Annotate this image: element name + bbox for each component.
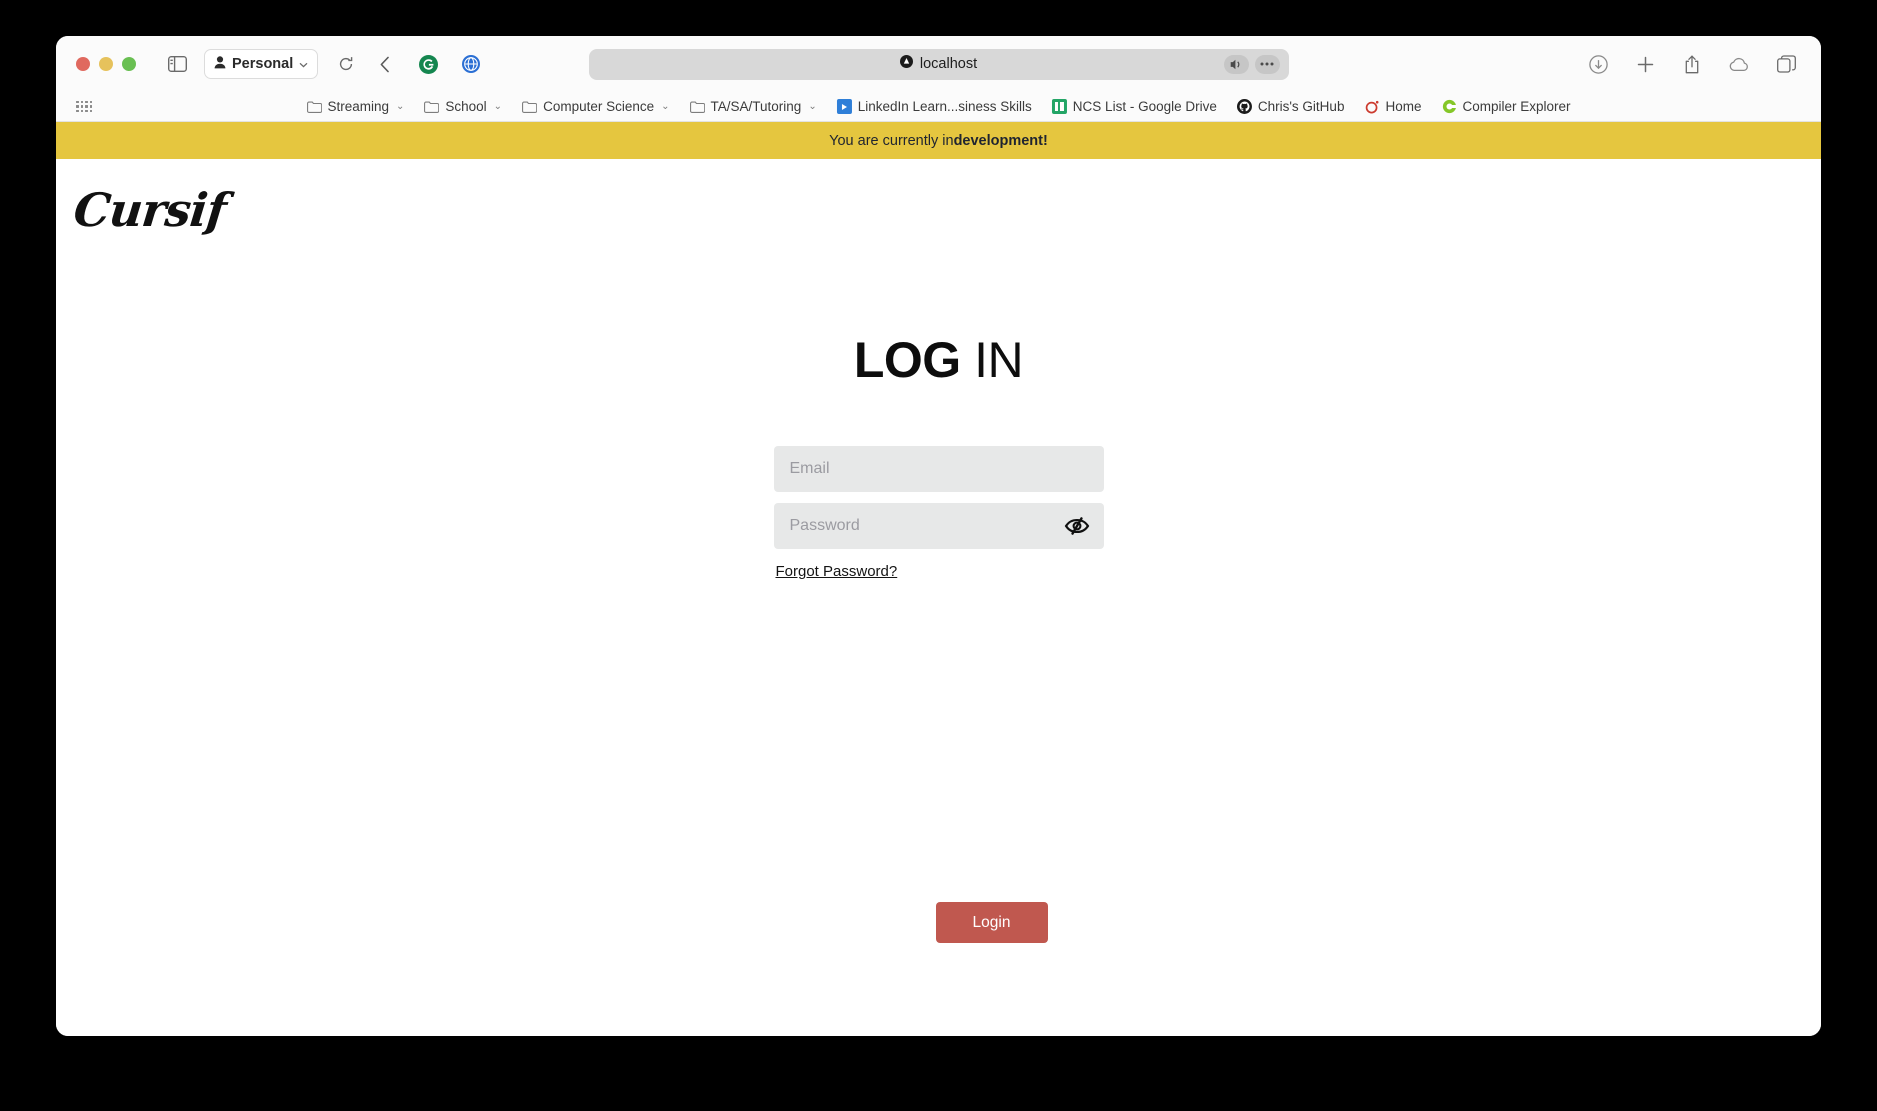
home-ring-icon bbox=[1364, 99, 1379, 114]
bookmark-ta-sa-tutoring[interactable]: TA/SA/Tutoring ⌄ bbox=[689, 99, 817, 114]
eye-slash-icon[interactable] bbox=[1064, 513, 1090, 539]
download-icon[interactable] bbox=[1583, 49, 1613, 79]
chevron-down-icon: ⌄ bbox=[493, 101, 503, 112]
page-title: LOG IN bbox=[56, 331, 1821, 389]
folder-icon bbox=[689, 99, 705, 114]
person-icon bbox=[214, 55, 226, 73]
more-options-icon[interactable] bbox=[1254, 54, 1280, 74]
bookmark-label: NCS List - Google Drive bbox=[1072, 99, 1217, 114]
chevron-down-icon: ⌄ bbox=[396, 101, 405, 112]
bookmark-label: School bbox=[445, 99, 487, 114]
site-icon bbox=[899, 55, 913, 73]
grammarly-extension-icon[interactable] bbox=[413, 49, 443, 79]
bookmark-ncs-list[interactable]: NCS List - Google Drive bbox=[1051, 99, 1217, 114]
bookmark-items: Streaming ⌄ School ⌄ Computer Science ⌄ bbox=[306, 99, 1571, 114]
back-button[interactable] bbox=[370, 49, 400, 79]
bookmark-chris-github[interactable]: Chris's GitHub bbox=[1236, 99, 1345, 114]
show-all-bookmarks-icon[interactable] bbox=[76, 100, 92, 113]
bookmark-streaming[interactable]: Streaming ⌄ bbox=[306, 99, 404, 114]
close-window-button[interactable] bbox=[76, 57, 90, 71]
address-text: localhost bbox=[919, 56, 978, 72]
chevron-down-icon bbox=[299, 56, 308, 72]
development-banner: You are currently in development! bbox=[56, 122, 1821, 159]
icloud-icon[interactable] bbox=[1724, 49, 1754, 79]
bookmark-linkedin-learning[interactable]: LinkedIn Learn...siness Skills bbox=[836, 99, 1032, 114]
linkedin-icon bbox=[836, 99, 852, 114]
email-input[interactable] bbox=[773, 446, 1104, 492]
bookmark-home[interactable]: Home bbox=[1364, 99, 1421, 114]
mute-tab-icon[interactable] bbox=[1223, 54, 1249, 74]
bookmark-label: Home bbox=[1385, 99, 1422, 114]
bookmark-computer-science[interactable]: Computer Science ⌄ bbox=[522, 99, 670, 114]
login-page: Cursif LOG IN Forgot Password? Login bbox=[56, 159, 1821, 1036]
address-bar[interactable]: localhost bbox=[588, 48, 1289, 80]
google-sheets-icon bbox=[1051, 99, 1067, 114]
github-icon bbox=[1236, 99, 1252, 114]
minimize-window-button[interactable] bbox=[99, 57, 113, 71]
window-controls bbox=[76, 57, 136, 71]
bookmark-label: Computer Science bbox=[543, 99, 655, 114]
forgot-password-link[interactable]: Forgot Password? bbox=[776, 563, 898, 580]
bookmark-compiler-explorer[interactable]: Compiler Explorer bbox=[1441, 99, 1571, 114]
folder-icon bbox=[522, 99, 538, 114]
banner-environment: development! bbox=[953, 132, 1048, 149]
globe-extension-icon[interactable] bbox=[456, 49, 486, 79]
toolbar-right-actions bbox=[1583, 49, 1801, 79]
chevron-down-icon: ⌄ bbox=[808, 101, 817, 112]
login-button[interactable]: Login bbox=[935, 902, 1048, 943]
compiler-explorer-icon bbox=[1441, 99, 1456, 114]
cursif-logo[interactable]: Cursif bbox=[71, 183, 228, 237]
bookmark-label: Chris's GitHub bbox=[1257, 99, 1345, 114]
sidebar-toggle-icon[interactable] bbox=[162, 49, 192, 79]
login-form: Forgot Password? Login bbox=[773, 446, 1104, 943]
browser-window: Personal localhost Streaming ⌄ School ⌄ … bbox=[56, 36, 1821, 1036]
chevron-down-icon: ⌄ bbox=[661, 101, 670, 112]
bookmark-label: Streaming bbox=[327, 99, 390, 114]
folder-icon bbox=[306, 99, 322, 114]
page-title-bold: LOG bbox=[853, 332, 961, 388]
bookmark-school[interactable]: School ⌄ bbox=[424, 99, 502, 114]
bookmarks-bar: Streaming ⌄ School ⌄ Computer Science ⌄ bbox=[56, 92, 1821, 122]
bookmark-label: LinkedIn Learn...siness Skills bbox=[857, 99, 1032, 114]
address-bar-actions bbox=[1223, 54, 1280, 74]
profile-label: Personal bbox=[232, 56, 294, 72]
new-tab-icon[interactable] bbox=[1630, 49, 1660, 79]
page-title-thin: IN bbox=[960, 332, 1024, 388]
browser-toolbar: Personal localhost bbox=[56, 36, 1821, 92]
maximize-window-button[interactable] bbox=[122, 57, 136, 71]
bookmark-label: TA/SA/Tutoring bbox=[710, 99, 802, 114]
bookmark-label: Compiler Explorer bbox=[1462, 99, 1571, 114]
banner-prefix: You are currently in bbox=[829, 132, 954, 149]
password-field-wrapper bbox=[773, 503, 1104, 549]
tab-overview-icon[interactable] bbox=[1771, 49, 1801, 79]
email-field-wrapper bbox=[773, 446, 1104, 492]
folder-icon bbox=[424, 99, 440, 114]
password-input[interactable] bbox=[773, 503, 1104, 549]
share-icon[interactable] bbox=[1677, 49, 1707, 79]
profile-switcher-button[interactable]: Personal bbox=[204, 49, 319, 79]
reload-button[interactable] bbox=[331, 49, 361, 79]
